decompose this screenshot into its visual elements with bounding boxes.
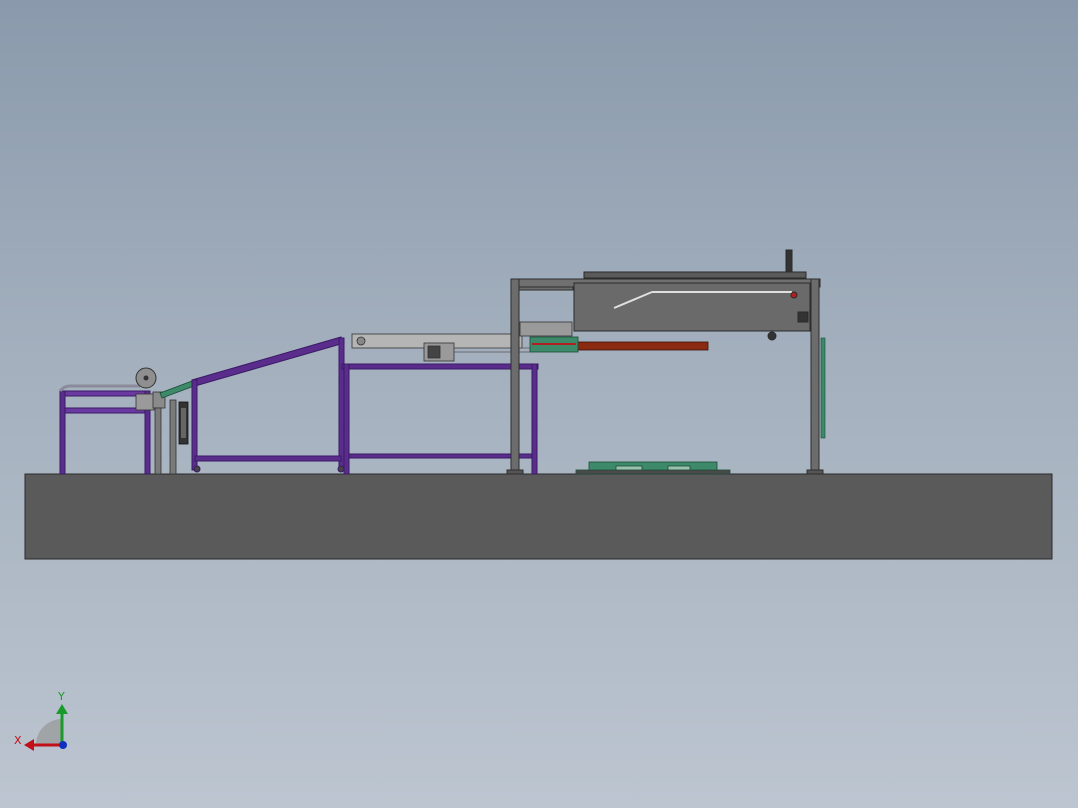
x-axis-label: X xyxy=(14,734,22,747)
cad-viewport[interactable]: Y X xyxy=(0,0,1078,808)
material-roll xyxy=(135,367,177,475)
feeder-ramp xyxy=(159,380,195,445)
incline-conveyor-frame xyxy=(191,336,345,473)
main-conveyor-table xyxy=(341,363,539,475)
y-axis-label: Y xyxy=(57,690,65,703)
z-axis-dot xyxy=(59,741,67,749)
floor-plate xyxy=(575,461,731,475)
cutting-housing xyxy=(573,249,811,341)
side-guide xyxy=(820,337,826,439)
floor-slab xyxy=(24,473,1053,560)
axis-triad: Y X xyxy=(14,690,68,751)
machine-side-view: Y X xyxy=(14,249,1053,751)
triad-arc xyxy=(36,719,62,745)
output-belt xyxy=(529,336,709,353)
